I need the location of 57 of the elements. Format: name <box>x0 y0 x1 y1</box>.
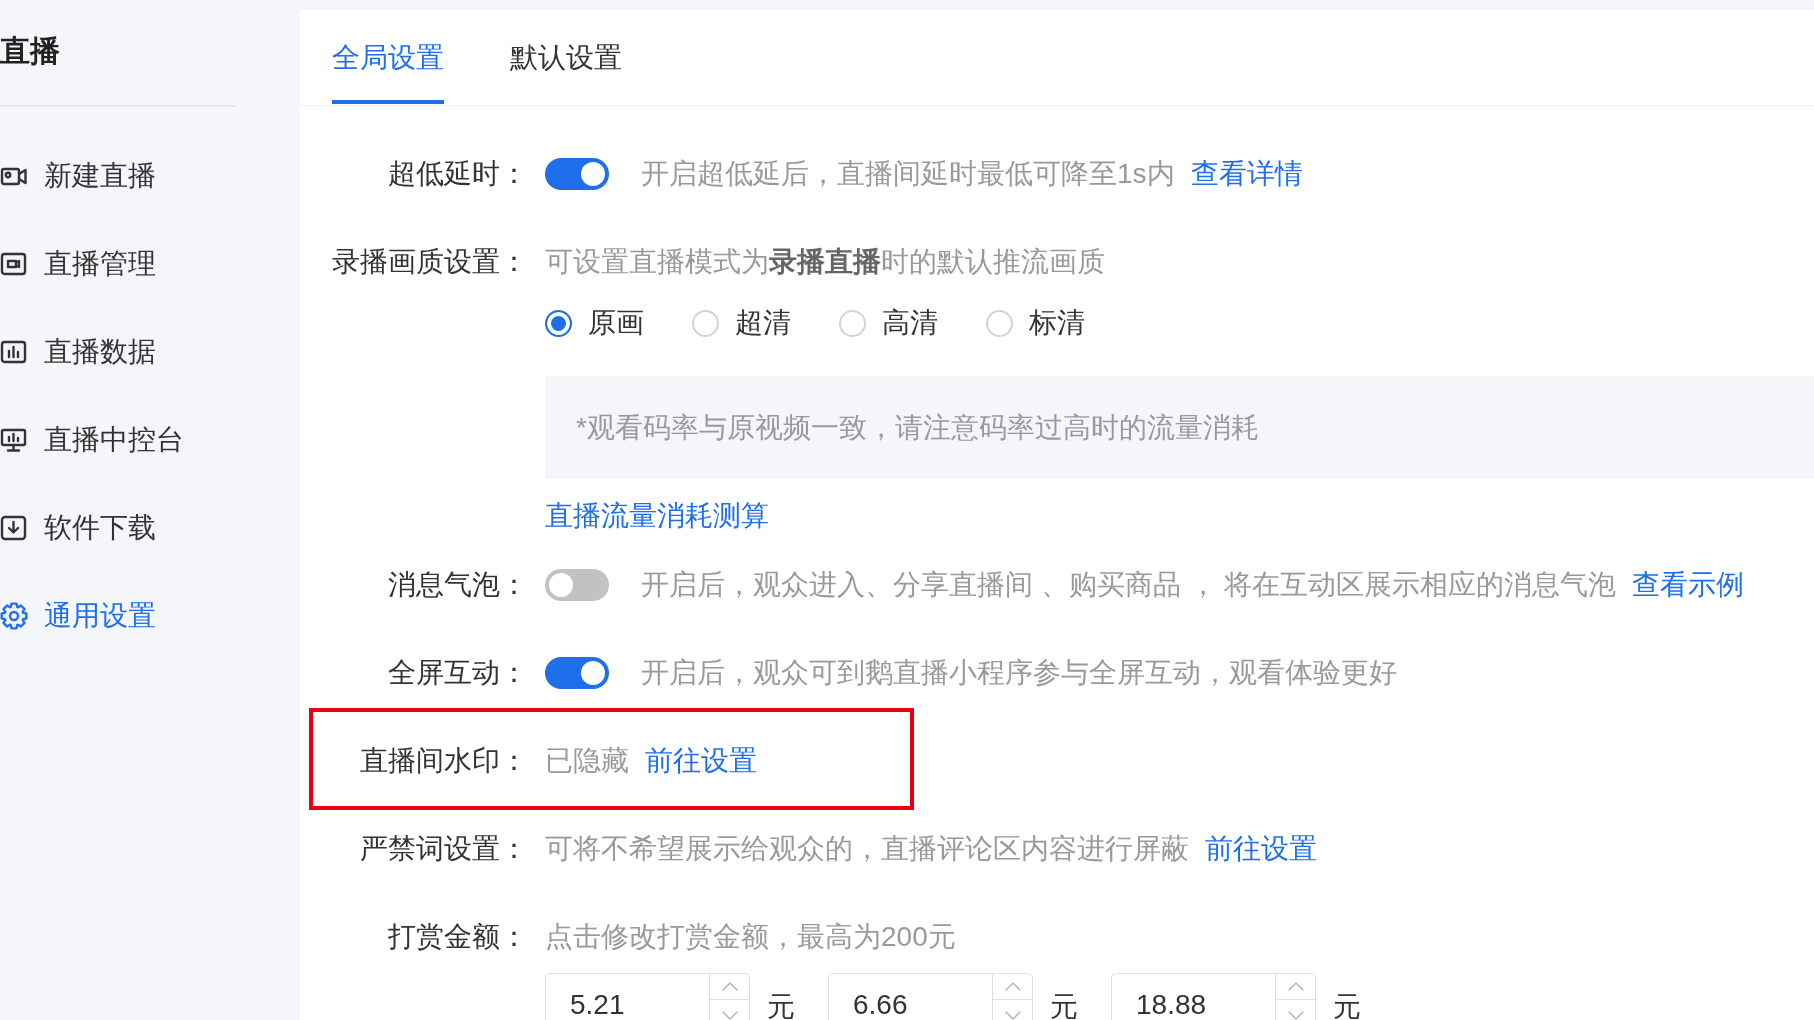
bar-chart-icon <box>0 338 28 366</box>
radio-label[interactable]: 标清 <box>1029 303 1085 343</box>
sidebar-item[interactable]: 直播数据 <box>0 308 156 396</box>
unit-label: 元 <box>767 990 795 1020</box>
setting-description: 开启后，观众可到鹅直播小程序参与全屏互动，观看体验更好 <box>641 656 1397 690</box>
text-link[interactable]: 直播流量消耗测算 <box>545 496 769 536</box>
monitor-icon <box>0 426 28 454</box>
radio-button[interactable] <box>545 309 572 337</box>
sidebar-item[interactable]: 软件下载 <box>0 484 156 572</box>
info-note: *观看码率与原视频一致，请注意码率过高时的流量消耗 <box>545 376 1814 479</box>
setting-description: 点击修改打赏金额，最高为200元 <box>545 920 956 954</box>
radio-label[interactable]: 超清 <box>735 303 791 343</box>
chevron-down-icon[interactable] <box>721 1011 738 1020</box>
setting-label: 直播间水印： <box>359 744 528 778</box>
setting-description: 开启后，观众进入、分享直播间 、购买商品 ， 将在互动区展示相应的消息气泡 <box>641 568 1617 602</box>
toggle-switch[interactable] <box>545 158 609 190</box>
setting-description: 开启超低延后，直播间延时最低可降至1s内 <box>641 157 1175 191</box>
sidebar-item[interactable]: 直播管理 <box>0 220 156 308</box>
sidebar-item[interactable]: 直播中控台 <box>0 396 184 484</box>
setting-label: 超低延时： <box>387 157 528 191</box>
settings-icon <box>0 602 28 630</box>
text-link[interactable]: 前往设置 <box>645 741 757 781</box>
setting-label: 消息气泡： <box>387 568 528 602</box>
sidebar-title: 直播 <box>0 33 60 69</box>
download-icon <box>0 514 28 542</box>
text-link[interactable]: 查看详情 <box>1190 154 1303 194</box>
sidebar-item[interactable]: 新建直播 <box>0 132 156 220</box>
toggle-switch[interactable] <box>545 657 609 689</box>
sidebar-item[interactable]: 通用设置 <box>0 572 156 660</box>
setting-label: 打赏金额： <box>387 920 528 954</box>
chevron-up-icon[interactable] <box>721 982 738 991</box>
chevron-up-icon[interactable] <box>1004 982 1021 991</box>
number-input[interactable]: 6.66 <box>828 973 992 1020</box>
radio-label[interactable]: 原画 <box>588 303 644 343</box>
chevron-down-icon[interactable] <box>1287 1011 1304 1020</box>
unit-label: 元 <box>1050 990 1078 1020</box>
number-stepper[interactable] <box>1275 973 1316 1020</box>
tab[interactable]: 默认设置 <box>510 10 622 104</box>
radio-label[interactable]: 高清 <box>882 303 938 343</box>
toggle-switch[interactable] <box>545 569 609 601</box>
number-stepper[interactable] <box>709 973 750 1020</box>
setting-label: 全屏互动： <box>387 656 528 690</box>
setting-description: 已隐藏 <box>545 744 629 778</box>
tab[interactable]: 全局设置 <box>332 10 444 104</box>
text-link[interactable]: 前往设置 <box>1205 829 1317 869</box>
chevron-up-icon[interactable] <box>1287 982 1304 991</box>
text-link[interactable]: 查看示例 <box>1632 565 1745 605</box>
chevron-down-icon[interactable] <box>1004 1011 1021 1020</box>
screen-icon <box>0 250 28 278</box>
setting-description: 可将不希望展示给观众的，直播评论区内容进行屏蔽 <box>545 832 1189 866</box>
unit-label: 元 <box>1333 990 1361 1020</box>
setting-label: 录播画质设置： <box>331 245 528 279</box>
setting-label: 严禁词设置： <box>359 832 528 866</box>
number-input[interactable]: 5.21 <box>545 973 709 1020</box>
number-stepper[interactable] <box>992 973 1033 1020</box>
setting-description: 可设置直播模式为录播直播时的默认推流画质 <box>545 245 1105 279</box>
number-input[interactable]: 18.88 <box>1111 973 1275 1020</box>
